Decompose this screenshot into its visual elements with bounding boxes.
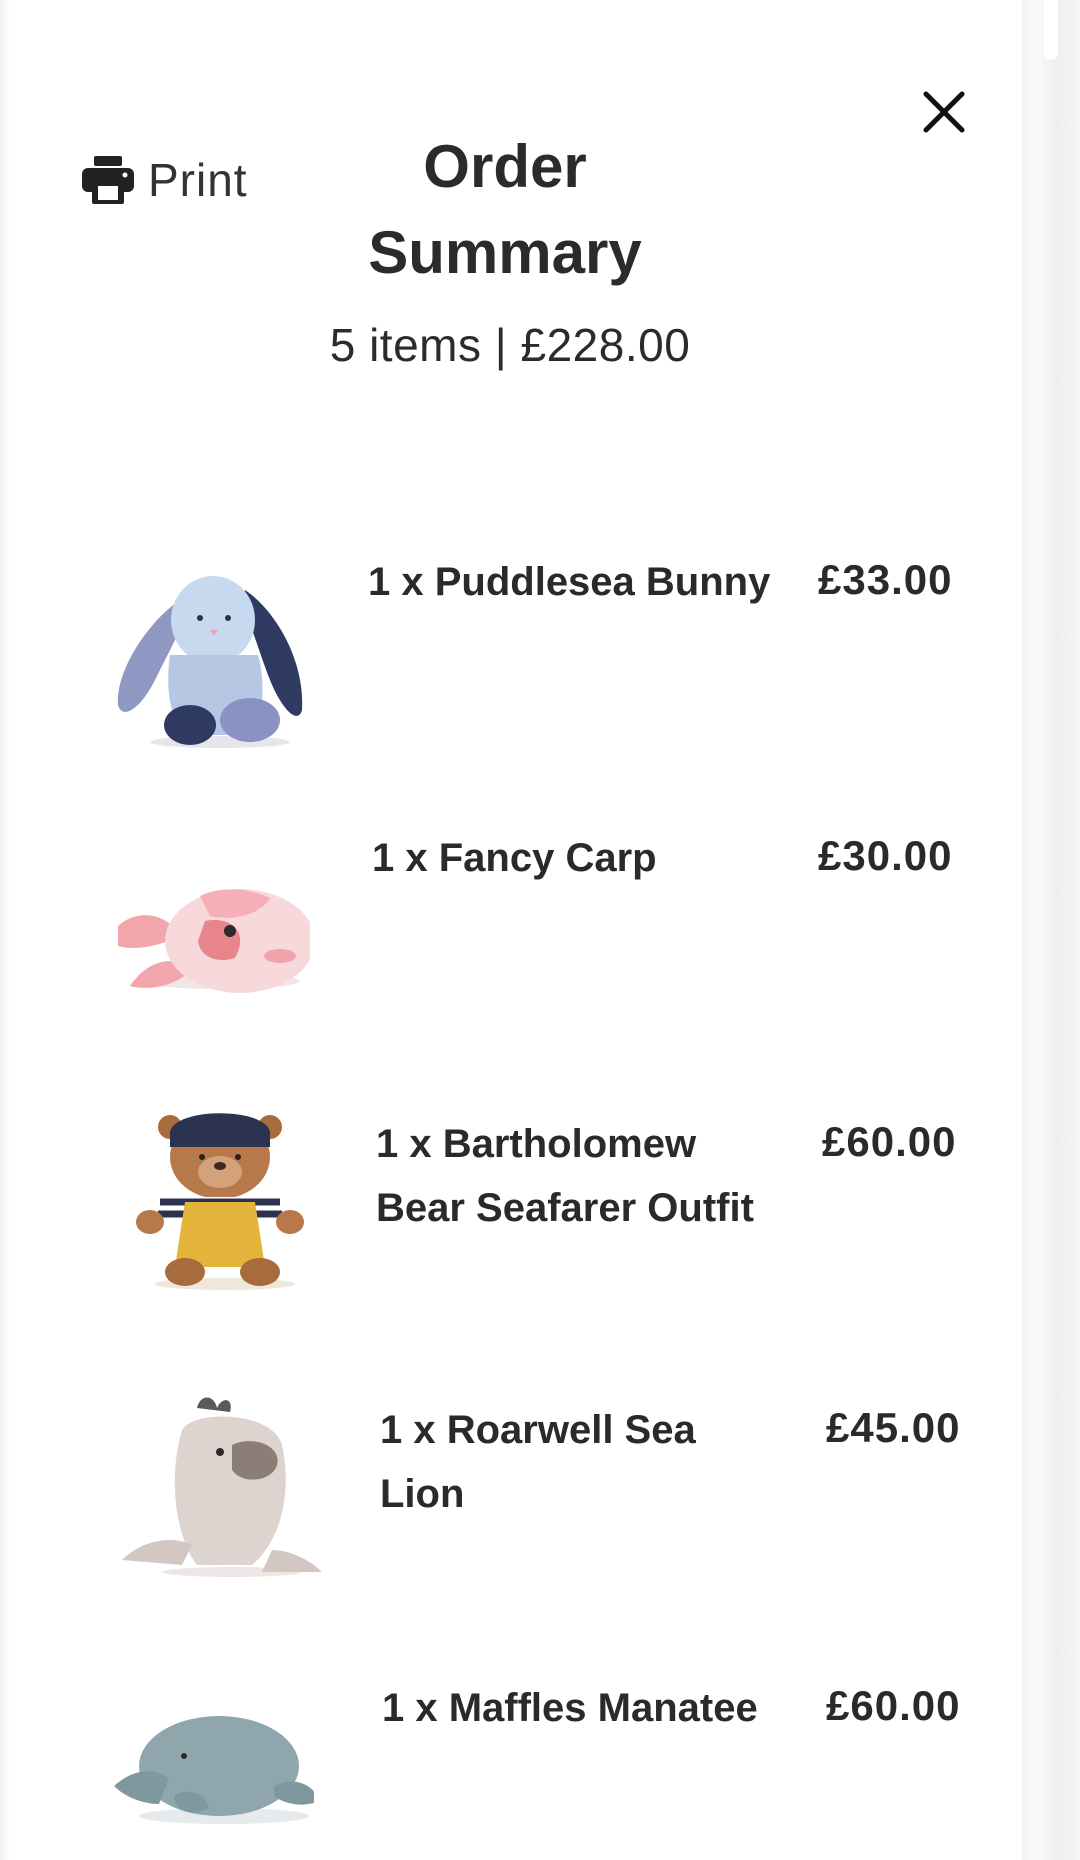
order-summary-count-total: 5 items | £228.00 bbox=[329, 319, 691, 371]
item-price: £60.00 bbox=[822, 1118, 957, 1165]
right-edge-gutter bbox=[1022, 0, 1080, 1860]
print-label: Print bbox=[148, 154, 248, 206]
manatee-plush-image bbox=[114, 1716, 314, 1824]
close-icon bbox=[923, 91, 965, 133]
bear-plush-image bbox=[136, 1113, 304, 1290]
item-name: 1 x Puddlesea Bunny bbox=[368, 560, 771, 604]
carp-plush-image bbox=[118, 889, 310, 993]
item-name: 1 x Maffles Manatee bbox=[382, 1686, 758, 1730]
gutter-notch bbox=[1044, 0, 1058, 60]
item-price: £60.00 bbox=[826, 1682, 961, 1729]
printer-icon bbox=[82, 156, 134, 204]
order-item-row[interactable]: 1 x Bartholomew Bear Seafarer Outfit £60… bbox=[0, 1082, 1020, 1322]
order-item-row[interactable]: 1 x Maffles Manatee £60.00 bbox=[0, 1646, 1020, 1860]
sea-lion-plush-image bbox=[122, 1397, 322, 1577]
item-price: £33.00 bbox=[818, 556, 953, 603]
item-name: 1 x Bartholomew Bear Seafarer Outfit bbox=[376, 1122, 754, 1230]
print-button[interactable]: Print bbox=[80, 150, 248, 210]
order-item-row[interactable]: 1 x Puddlesea Bunny £33.00 bbox=[0, 520, 1020, 760]
order-item-row[interactable]: 1 x Roarwell Sea Lion £45.00 bbox=[0, 1368, 1020, 1608]
order-item-row[interactable]: 1 x Fancy Carp £30.00 bbox=[0, 796, 1020, 1036]
item-price: £30.00 bbox=[818, 832, 953, 879]
page-title: Order Summary bbox=[368, 133, 642, 286]
item-name: 1 x Fancy Carp bbox=[372, 836, 657, 880]
bunny-plush-image bbox=[117, 576, 303, 748]
item-name: 1 x Roarwell Sea Lion bbox=[380, 1408, 696, 1516]
item-price: £45.00 bbox=[826, 1404, 961, 1451]
order-summary-screen: Print Order Summary 5 items | £228.00 1 … bbox=[0, 0, 1080, 1860]
close-button[interactable] bbox=[918, 86, 970, 138]
